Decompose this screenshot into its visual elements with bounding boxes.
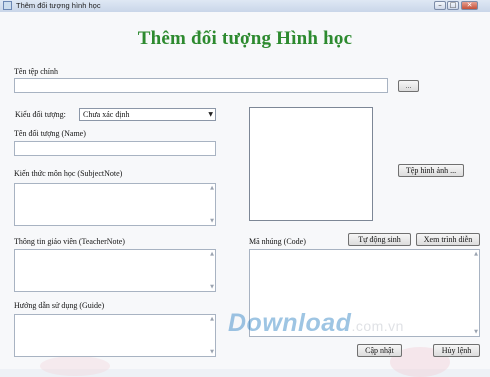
maximize-button[interactable]: □	[447, 1, 459, 10]
image-preview	[249, 107, 373, 221]
file-label: Tên tệp chính	[14, 67, 58, 76]
minimize-button[interactable]: –	[434, 1, 446, 10]
subject-note-scrollbar[interactable]: ▲ ▼	[207, 184, 215, 225]
object-type-select[interactable]: Chưa xác định ▼	[79, 108, 216, 121]
chevron-down-icon[interactable]: ▼	[208, 109, 213, 120]
object-name-label: Tên đối tượng (Name)	[14, 129, 86, 138]
teacher-note-label: Thông tin giáo viên (TeacherNote)	[14, 237, 125, 246]
auto-generate-button[interactable]: Tự động sinh	[348, 233, 411, 246]
update-button[interactable]: Cập nhật	[357, 344, 402, 357]
scroll-up-icon[interactable]: ▲	[474, 251, 478, 257]
object-name-input[interactable]	[14, 141, 216, 156]
guide-scrollbar[interactable]: ▲ ▼	[207, 315, 215, 356]
teacher-note-textarea[interactable]: ▲ ▼	[14, 249, 216, 292]
embed-code-scrollbar[interactable]: ▲ ▼	[471, 250, 479, 336]
file-path-input[interactable]	[14, 78, 388, 93]
scroll-up-icon[interactable]: ▲	[210, 316, 214, 322]
scroll-up-icon[interactable]: ▲	[210, 185, 214, 191]
scroll-down-icon[interactable]: ▼	[474, 329, 478, 335]
scroll-down-icon[interactable]: ▼	[210, 218, 214, 224]
image-file-button[interactable]: Tệp hình ảnh ...	[398, 164, 464, 177]
teacher-note-scrollbar[interactable]: ▲ ▼	[207, 250, 215, 291]
app-icon	[3, 1, 12, 10]
guide-label: Hướng dẫn sử dụng (Guide)	[14, 301, 105, 310]
cancel-button[interactable]: Hủy lệnh	[433, 344, 480, 357]
decorative-petal	[40, 356, 110, 376]
object-type-value: Chưa xác định	[83, 110, 130, 119]
scroll-up-icon[interactable]: ▲	[210, 251, 214, 257]
subject-note-textarea[interactable]: ▲ ▼	[14, 183, 216, 226]
page-title: Thêm đối tượng Hình học	[137, 28, 353, 49]
scroll-down-icon[interactable]: ▼	[210, 284, 214, 290]
browse-file-button[interactable]: ...	[398, 80, 419, 92]
watermark-brand: Download	[228, 309, 352, 337]
guide-textarea[interactable]: ▲ ▼	[14, 314, 216, 357]
subject-note-label: Kiến thức môn học (SubjectNote)	[14, 169, 123, 178]
dialog-body: Thêm đối tượng Hình học Tên tệp chính ..…	[0, 12, 490, 377]
scroll-down-icon[interactable]: ▼	[210, 349, 214, 355]
close-button[interactable]: ✕	[461, 1, 478, 10]
window-title: Thêm đối tượng hình học	[16, 1, 101, 10]
watermark-suffix: .com.vn	[351, 318, 404, 334]
embed-code-label: Mã nhúng (Code)	[249, 237, 306, 246]
download-watermark: Download.com.vn	[228, 309, 404, 338]
object-type-label: Kiểu đối tượng:	[15, 110, 66, 119]
preview-button[interactable]: Xem trình diễn	[416, 233, 480, 246]
